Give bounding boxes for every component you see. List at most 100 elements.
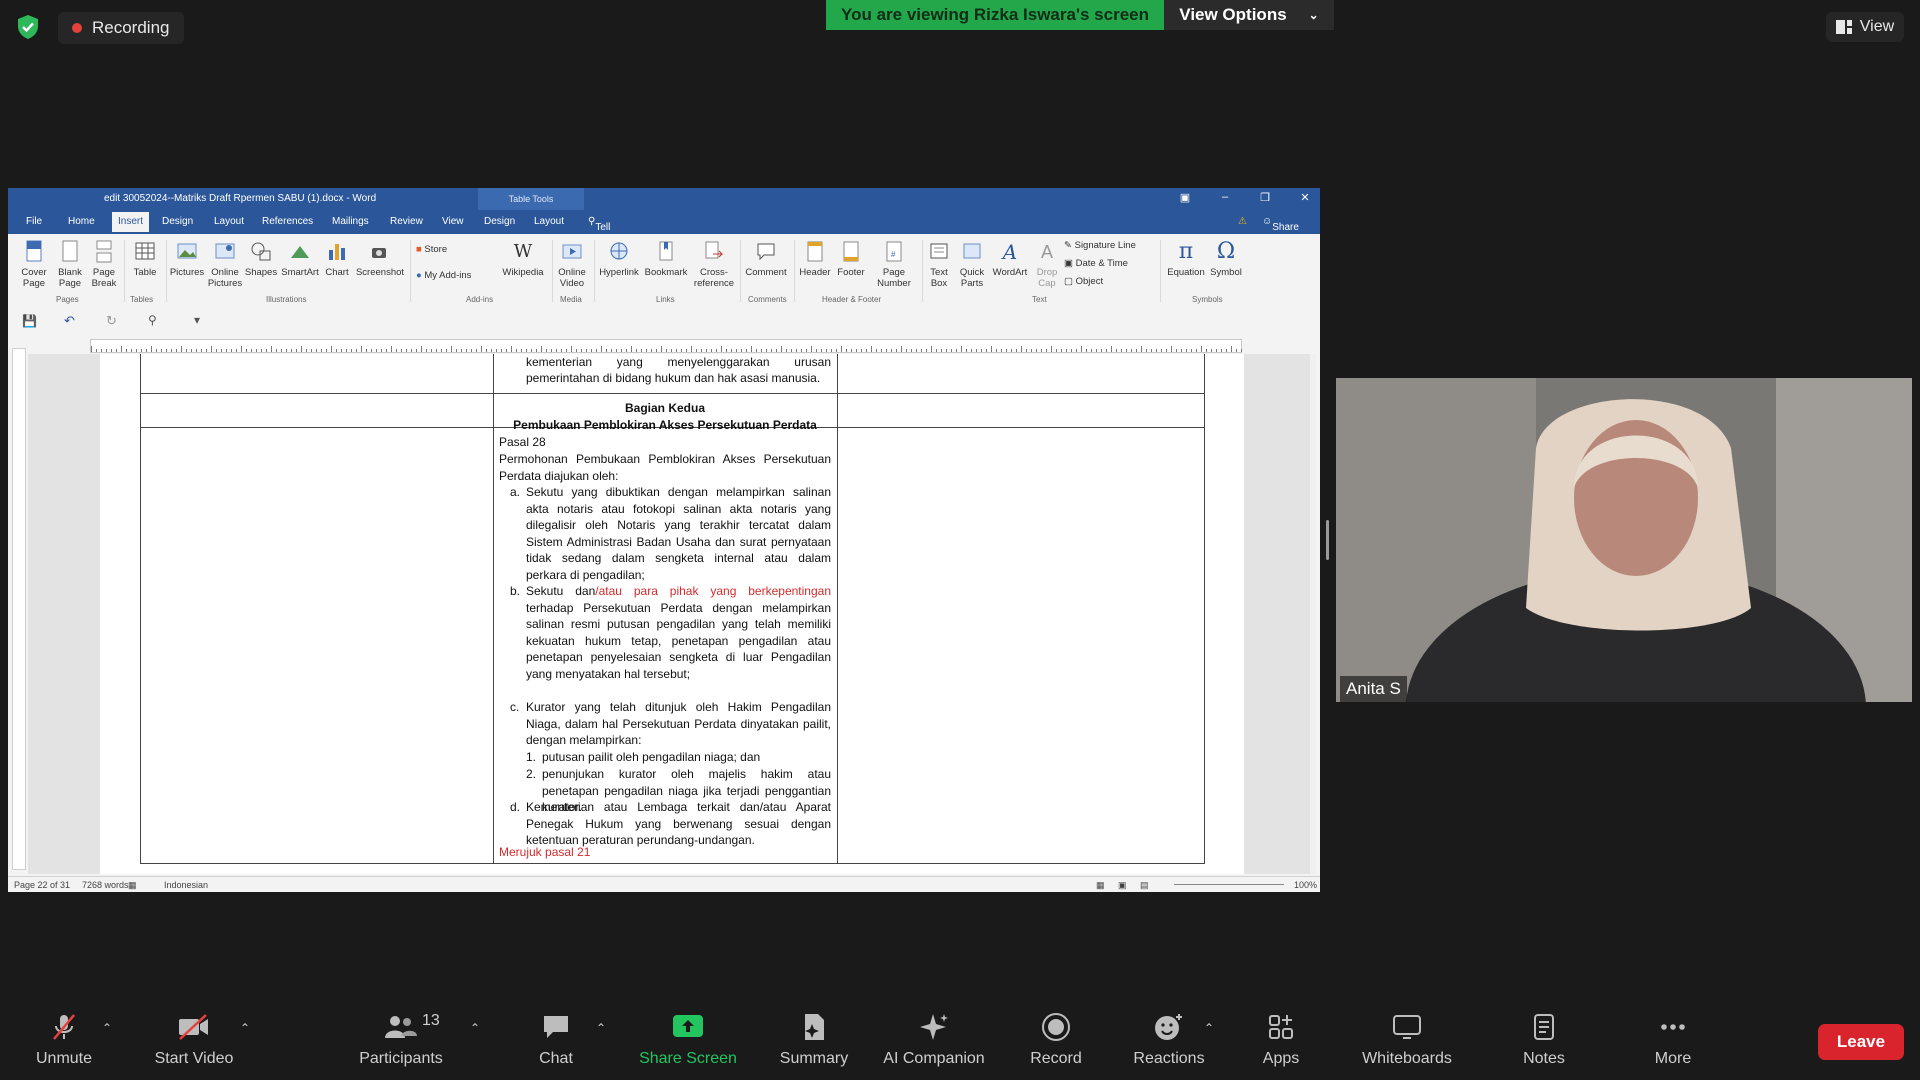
- print-preview-icon[interactable]: ⚲: [148, 313, 157, 327]
- item-b-text[interactable]: Sekutu dan/atau para pihak yang berkepen…: [526, 583, 831, 683]
- close-icon[interactable]: ✕: [1294, 191, 1316, 204]
- blank-page-button[interactable]: Blank Page: [54, 240, 86, 289]
- symbol-button[interactable]: Ω Symbol: [1208, 240, 1244, 279]
- chat-button[interactable]: Chat: [520, 1012, 592, 1068]
- zoom-level[interactable]: 100%: [1294, 880, 1317, 890]
- summary-button[interactable]: Summary: [772, 1012, 856, 1068]
- notes-button[interactable]: Notes: [1512, 1012, 1576, 1068]
- item-c-text[interactable]: Kurator yang telah ditunjuk oleh Hakim P…: [526, 699, 831, 749]
- item-d-text[interactable]: Kementerian atau Lembaga terkait dan/ata…: [526, 799, 831, 849]
- word-count[interactable]: 7268 words: [82, 880, 129, 890]
- tab-table-layout[interactable]: Layout: [534, 216, 564, 227]
- zoom-slider[interactable]: [1174, 884, 1284, 885]
- language[interactable]: Indonesian: [164, 880, 208, 890]
- proofing-icon[interactable]: ▦: [128, 880, 137, 891]
- tell-me-search[interactable]: ⚲ Tell me what you want to do...: [588, 216, 616, 299]
- table-button[interactable]: Table: [128, 240, 162, 278]
- store-button[interactable]: ■ Store: [416, 244, 447, 255]
- page-count[interactable]: Page 22 of 31: [14, 880, 70, 890]
- participants-options-caret-icon[interactable]: ⌃: [470, 1021, 480, 1035]
- chart-button[interactable]: Chart: [322, 240, 352, 278]
- section-subtitle[interactable]: Pembukaan Pemblokiran Akses Persekutuan …: [496, 417, 834, 434]
- drop-cap-button[interactable]: A Drop Cap: [1032, 240, 1062, 289]
- tab-table-design[interactable]: Design: [484, 216, 515, 227]
- restore-icon[interactable]: ❐: [1254, 191, 1276, 204]
- cell-text-fragment-2[interactable]: pemerintahan di bidang hukum dan hak asa…: [526, 370, 831, 387]
- footer-button[interactable]: Footer: [834, 240, 868, 278]
- cover-page-button[interactable]: Cover Page: [14, 240, 54, 289]
- redo-icon[interactable]: ↻: [106, 313, 117, 329]
- cell-text-fragment-1[interactable]: kementerian yang menyelenggarakan urusan: [526, 354, 831, 371]
- document-page[interactable]: kementerian yang menyelenggarakan urusan…: [100, 354, 1244, 874]
- tab-design[interactable]: Design: [162, 216, 193, 227]
- vertical-ruler[interactable]: [12, 348, 26, 870]
- reference-note[interactable]: Merujuk pasal 21: [499, 844, 831, 861]
- section-title[interactable]: Bagian Kedua: [496, 400, 834, 417]
- share-screen-button[interactable]: Share Screen: [636, 1012, 740, 1068]
- recording-indicator[interactable]: Recording: [58, 12, 184, 44]
- shapes-button[interactable]: Shapes: [244, 240, 278, 278]
- screenshot-button[interactable]: Screenshot: [354, 240, 406, 278]
- whiteboards-button[interactable]: Whiteboards: [1352, 1012, 1462, 1068]
- ribbon-display-options-icon[interactable]: ▣: [1174, 191, 1196, 204]
- signature-line-button[interactable]: ✎ Signature Line: [1064, 240, 1136, 251]
- apps-button[interactable]: Apps: [1246, 1012, 1316, 1068]
- page-break-button[interactable]: Page Break: [88, 240, 120, 289]
- participant-video-tile[interactable]: Anita S: [1336, 378, 1912, 702]
- minimize-icon[interactable]: –: [1214, 191, 1236, 203]
- pasal-intro[interactable]: Permohonan Pembukaan Pemblokiran Akses P…: [499, 451, 831, 484]
- save-icon[interactable]: 💾: [22, 314, 37, 328]
- chat-options-caret-icon[interactable]: ⌃: [596, 1021, 606, 1035]
- comment-button[interactable]: Comment: [742, 240, 790, 278]
- view-options-button[interactable]: View Options ⌄: [1164, 0, 1334, 30]
- start-video-button[interactable]: Start Video: [146, 1012, 242, 1068]
- undo-icon[interactable]: ↶: [64, 313, 75, 329]
- tab-insert[interactable]: Insert: [112, 212, 150, 232]
- tab-home[interactable]: Home: [68, 216, 95, 227]
- sub-item-1-text[interactable]: putusan pailit oleh pengadilan niaga; da…: [542, 749, 831, 766]
- cross-reference-button[interactable]: Cross-reference: [692, 240, 736, 289]
- page-number-button[interactable]: # Page Number: [870, 240, 918, 289]
- pasal-number[interactable]: Pasal 28: [499, 434, 831, 451]
- quick-parts-button[interactable]: Quick Parts: [956, 240, 988, 289]
- online-video-button[interactable]: Online Video: [554, 240, 590, 289]
- horizontal-ruler[interactable]: [90, 339, 1242, 353]
- audio-options-caret-icon[interactable]: ⌃: [102, 1021, 112, 1035]
- split-view-handle[interactable]: [1326, 520, 1329, 560]
- bookmark-button[interactable]: Bookmark: [642, 240, 690, 278]
- smartart-button[interactable]: SmartArt: [280, 240, 320, 278]
- date-time-button[interactable]: ▣ Date & Time: [1064, 258, 1128, 269]
- more-button[interactable]: More: [1640, 1012, 1706, 1068]
- hyperlink-button[interactable]: Hyperlink: [596, 240, 642, 278]
- tab-mailings[interactable]: Mailings: [332, 216, 369, 227]
- share-button[interactable]: ☺ Share: [1262, 216, 1299, 233]
- vertical-scrollbar[interactable]: [1310, 354, 1316, 874]
- tab-layout[interactable]: Layout: [214, 216, 244, 227]
- document-scroll-area[interactable]: kementerian yang menyelenggarakan urusan…: [28, 354, 1316, 874]
- security-shield-icon[interactable]: [16, 14, 40, 40]
- my-addins-button[interactable]: ● My Add-ins: [416, 270, 471, 281]
- customize-icon[interactable]: ▾: [194, 313, 200, 327]
- ai-companion-button[interactable]: AI Companion: [878, 1012, 990, 1068]
- wikipedia-button[interactable]: W Wikipedia: [498, 240, 548, 278]
- print-layout-icon[interactable]: ▣: [1118, 880, 1127, 891]
- equation-button[interactable]: π Equation: [1164, 240, 1208, 279]
- pictures-button[interactable]: Pictures: [168, 240, 206, 278]
- text-box-button[interactable]: Text Box: [924, 240, 954, 289]
- header-button[interactable]: Header: [796, 240, 834, 278]
- shared-screen-word-window[interactable]: edit 30052024--Matriks Draft Rpermen SAB…: [8, 188, 1320, 892]
- object-button[interactable]: ▢ Object: [1064, 276, 1103, 287]
- read-mode-icon[interactable]: ▦: [1096, 880, 1105, 891]
- reactions-options-caret-icon[interactable]: ⌃: [1204, 1021, 1214, 1035]
- tab-view[interactable]: View: [442, 216, 464, 227]
- video-options-caret-icon[interactable]: ⌃: [240, 1021, 250, 1035]
- reactions-button[interactable]: Reactions: [1124, 1012, 1214, 1068]
- view-layout-button[interactable]: View: [1826, 12, 1904, 42]
- web-layout-icon[interactable]: ▤: [1140, 880, 1149, 891]
- item-a-text[interactable]: Sekutu yang dibuktikan dengan melampirka…: [526, 484, 831, 584]
- online-pictures-button[interactable]: Online Pictures: [206, 240, 244, 289]
- tab-file[interactable]: File: [26, 216, 42, 227]
- leave-button[interactable]: Leave: [1818, 1024, 1904, 1060]
- unmute-button[interactable]: Unmute: [26, 1012, 102, 1068]
- tab-review[interactable]: Review: [390, 216, 423, 227]
